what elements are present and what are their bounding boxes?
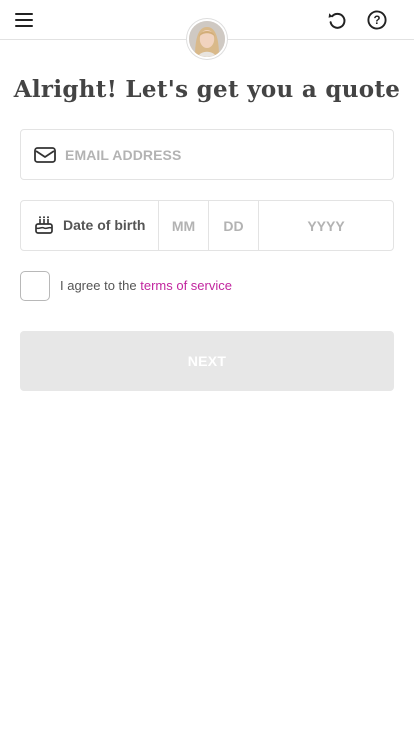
terms-of-service-link[interactable]: terms of service	[140, 278, 232, 293]
envelope-icon	[34, 146, 56, 164]
next-button[interactable]: NEXT	[20, 331, 394, 391]
email-field[interactable]	[65, 131, 385, 178]
dob-year-input[interactable]	[259, 201, 393, 250]
terms-label: I agree to the terms of service	[60, 278, 232, 293]
terms-prefix-text: I agree to the	[60, 278, 141, 293]
avatar	[187, 19, 227, 59]
refresh-icon[interactable]	[326, 9, 348, 31]
dob-day-cell	[209, 201, 259, 250]
dob-month-cell	[159, 201, 209, 250]
page-title: Alright! Let's get you a quote	[13, 76, 401, 103]
dob-month-input[interactable]	[159, 201, 208, 250]
dob-day-input[interactable]	[209, 201, 258, 250]
dob-year-cell	[259, 201, 393, 250]
email-field-container	[20, 129, 394, 180]
date-of-birth-label: Date of birth	[63, 217, 146, 233]
help-circle-icon[interactable]: ?	[366, 9, 388, 31]
hamburger-menu-icon[interactable]	[14, 11, 36, 29]
help-glyph: ?	[373, 15, 380, 27]
terms-agreement-row: I agree to the terms of service	[20, 270, 394, 302]
date-of-birth-group: Date of birth	[20, 200, 394, 251]
cake-icon	[34, 215, 54, 235]
terms-checkbox[interactable]	[20, 271, 50, 301]
date-of-birth-label-cell: Date of birth	[21, 201, 159, 250]
